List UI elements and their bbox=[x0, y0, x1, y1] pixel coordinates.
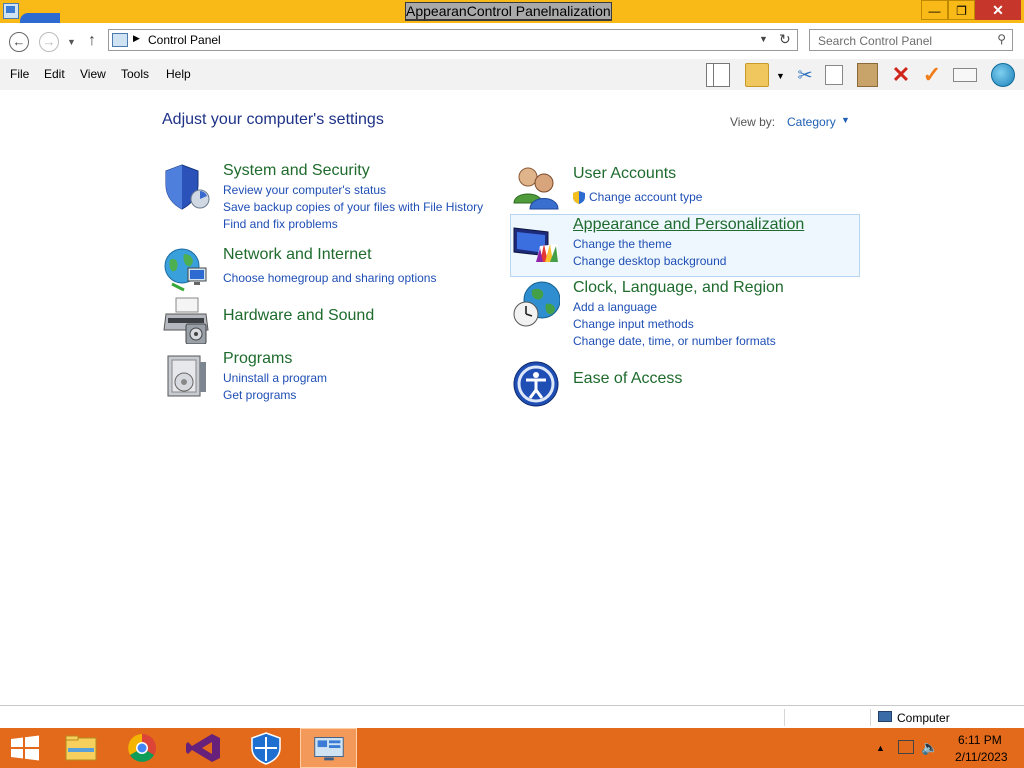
forward-arrow-icon[interactable]: → bbox=[39, 32, 59, 52]
menu-tools[interactable]: Tools bbox=[121, 67, 149, 81]
delete-icon[interactable]: ✕ bbox=[889, 63, 913, 87]
category-hardware-and-sound[interactable]: Hardware and Sound bbox=[223, 307, 374, 325]
menu-bar: File Edit View Tools Help ▼ ✂ ✕ ✓ bbox=[0, 59, 1024, 90]
network-globe-icon[interactable] bbox=[162, 246, 210, 294]
minimize-button[interactable]: — bbox=[921, 0, 948, 20]
view-by-label: View by: bbox=[730, 115, 776, 129]
clock-globe-icon[interactable] bbox=[512, 280, 560, 328]
link-find-fix-problems[interactable]: Find and fix problems bbox=[223, 217, 338, 231]
link-uninstall-program[interactable]: Uninstall a program bbox=[223, 371, 327, 385]
maximize-button[interactable]: ❐ bbox=[948, 0, 975, 20]
file-explorer-icon[interactable] bbox=[52, 728, 109, 768]
link-change-desktop-background[interactable]: Change desktop background bbox=[573, 254, 726, 268]
users-icon[interactable] bbox=[512, 163, 560, 211]
programs-icon[interactable] bbox=[162, 352, 210, 400]
control-panel-icon[interactable] bbox=[3, 3, 19, 19]
menu-view[interactable]: View bbox=[80, 67, 106, 81]
display-color-icon[interactable] bbox=[512, 222, 560, 270]
view-by-dropdown[interactable]: Category bbox=[787, 115, 836, 129]
breadcrumb[interactable]: Control Panel bbox=[148, 33, 221, 47]
window-title: AppearanControl Panelnalization bbox=[405, 2, 612, 21]
control-panel-icon[interactable] bbox=[300, 728, 357, 768]
link-file-history[interactable]: Save backup copies of your files with Fi… bbox=[223, 200, 483, 214]
category-system-and-security[interactable]: System and Security bbox=[223, 162, 370, 180]
chrome-icon[interactable] bbox=[114, 728, 171, 768]
clock-time[interactable]: 6:11 PM bbox=[958, 733, 1002, 747]
menu-help[interactable]: Help bbox=[166, 67, 191, 81]
page-title: Adjust your computer's settings bbox=[162, 111, 384, 128]
visual-studio-icon[interactable] bbox=[176, 728, 233, 768]
checkmark-icon[interactable]: ✓ bbox=[920, 63, 944, 87]
network-tray-icon[interactable] bbox=[898, 740, 914, 754]
back-arrow-icon[interactable]: ← bbox=[9, 32, 29, 52]
link-get-programs[interactable]: Get programs bbox=[223, 388, 296, 402]
copy-icon[interactable] bbox=[825, 65, 843, 85]
start-icon[interactable] bbox=[0, 728, 50, 768]
breadcrumb-chevron-icon[interactable]: ▶ bbox=[133, 33, 140, 44]
ease-of-access-icon[interactable] bbox=[512, 360, 560, 408]
volume-icon[interactable]: 🔈 bbox=[921, 739, 938, 756]
up-arrow-icon[interactable]: ↑ bbox=[88, 32, 104, 50]
status-divider bbox=[870, 709, 871, 726]
category-clock-language-region[interactable]: Clock, Language, and Region bbox=[573, 279, 784, 297]
menu-file[interactable]: File bbox=[10, 67, 29, 81]
recent-locations-dropdown-icon[interactable]: ▼ bbox=[67, 37, 77, 47]
uac-shield-icon bbox=[573, 191, 585, 204]
status-divider bbox=[784, 709, 785, 726]
close-button[interactable]: ✕ bbox=[975, 0, 1021, 20]
menu-edit[interactable]: Edit bbox=[44, 67, 65, 81]
search-icon[interactable]: ⚲ bbox=[997, 32, 1006, 46]
link-change-theme[interactable]: Change the theme bbox=[573, 237, 672, 251]
properties-icon[interactable] bbox=[953, 68, 977, 82]
category-appearance-and-personalization[interactable]: Appearance and Personalization bbox=[573, 216, 804, 234]
taskbar bbox=[0, 728, 1024, 768]
defender-icon[interactable] bbox=[238, 728, 295, 768]
view-by-chevron-icon[interactable]: ▼ bbox=[841, 115, 850, 125]
folder-options-icon[interactable] bbox=[745, 63, 769, 87]
address-bar[interactable]: ▶ Control Panel ▼ ↻ bbox=[108, 29, 798, 51]
printer-icon[interactable] bbox=[162, 296, 210, 344]
paste-icon[interactable] bbox=[857, 63, 878, 87]
category-network-and-internet[interactable]: Network and Internet bbox=[223, 246, 372, 264]
window-icon bbox=[20, 13, 60, 23]
search-box[interactable]: ⚲ bbox=[809, 29, 1013, 51]
search-input[interactable] bbox=[816, 32, 990, 50]
link-homegroup-sharing[interactable]: Choose homegroup and sharing options bbox=[223, 271, 436, 285]
link-change-input-methods[interactable]: Change input methods bbox=[573, 317, 694, 331]
link-change-date-time-formats[interactable]: Change date, time, or number formats bbox=[573, 334, 776, 348]
show-hidden-icons-chevron-icon[interactable]: ▲ bbox=[876, 743, 885, 753]
globe-icon[interactable] bbox=[991, 63, 1015, 87]
category-user-accounts[interactable]: User Accounts bbox=[573, 165, 676, 183]
title-bar: AppearanControl Panelnalization — ❐ ✕ bbox=[0, 0, 1024, 23]
category-ease-of-access[interactable]: Ease of Access bbox=[573, 370, 682, 388]
cut-icon[interactable]: ✂ bbox=[793, 63, 817, 87]
refresh-icon[interactable]: ↻ bbox=[779, 31, 791, 48]
address-dropdown-icon[interactable]: ▼ bbox=[759, 34, 768, 44]
link-review-status[interactable]: Review your computer's status bbox=[223, 183, 386, 197]
clock-date[interactable]: 2/11/2023 bbox=[955, 750, 1008, 764]
shield-icon[interactable] bbox=[162, 163, 210, 211]
link-add-language[interactable]: Add a language bbox=[573, 300, 657, 314]
layout-icon[interactable] bbox=[706, 63, 730, 87]
status-bar: Computer bbox=[0, 705, 1024, 728]
link-change-account-type[interactable]: Change account type bbox=[589, 190, 702, 204]
navigation-bar: ← → ▼ ↑ ▶ Control Panel ▼ ↻ ⚲ bbox=[0, 23, 1024, 59]
status-location: Computer bbox=[897, 711, 950, 725]
folder-options-dropdown-icon[interactable]: ▼ bbox=[776, 71, 785, 81]
category-programs[interactable]: Programs bbox=[223, 350, 292, 368]
control-panel-icon bbox=[112, 33, 128, 47]
computer-icon bbox=[878, 711, 892, 722]
